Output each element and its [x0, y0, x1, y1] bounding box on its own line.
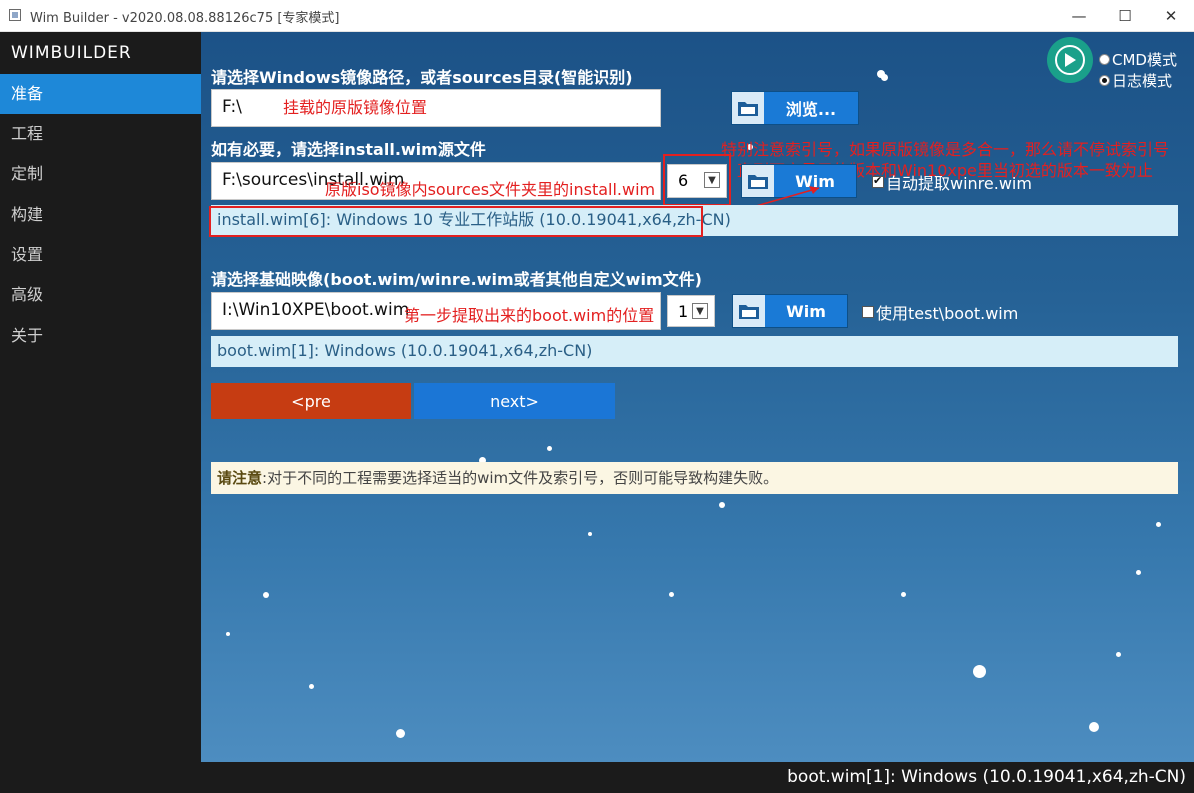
sidebar-item-customize[interactable]: 定制: [0, 154, 201, 194]
info-highlight-box: [209, 206, 703, 237]
snow-dot: [547, 446, 552, 451]
boot-wim-annotation: 第一步提取出来的boot.wim的位置: [404, 306, 655, 325]
source-path-label: 请选择Windows镜像路径，或者sources目录(智能识别): [211, 68, 633, 87]
sidebar-item-settings[interactable]: 设置: [0, 235, 201, 275]
notice-bold: 请注意: [217, 469, 263, 487]
snow-dot: [1089, 722, 1099, 732]
snow-dot: [309, 684, 314, 689]
sidebar-item-project[interactable]: 工程: [0, 114, 201, 154]
boot-index-value: 1: [678, 302, 689, 321]
boot-wim-value: I:\Win10XPE\boot.wim: [222, 300, 410, 320]
status-text: boot.wim[1]: Windows (10.0.19041,x64,zh-…: [787, 767, 1186, 787]
source-path-input[interactable]: F:\: [211, 89, 661, 127]
use-test-boot-checkbox[interactable]: 使用test\boot.wim: [862, 300, 1018, 324]
window-title: Wim Builder - v2020.08.08.88126c75 [专家模式…: [30, 11, 340, 26]
boot-wim-info: boot.wim[1]: Windows (10.0.19041,x64,zh-…: [211, 336, 1178, 367]
snow-dot: [226, 632, 230, 636]
snow-dot: [1116, 652, 1121, 657]
checkbox-icon: [862, 306, 874, 318]
cmd-mode-radio[interactable]: CMD模式: [1099, 49, 1177, 70]
radio-icon: [1099, 54, 1110, 65]
title-bar: Wim Builder - v2020.08.08.88126c75 [专家模式…: [0, 0, 1194, 32]
play-icon: [1055, 45, 1085, 75]
boot-wim-button[interactable]: Wim: [732, 294, 848, 328]
use-test-boot-label: 使用test\boot.wim: [876, 304, 1019, 323]
close-button[interactable]: ✕: [1148, 0, 1194, 31]
log-mode-radio[interactable]: 日志模式: [1099, 70, 1172, 91]
app-icon: [9, 9, 21, 21]
browse-button[interactable]: 浏览...: [731, 91, 859, 125]
install-wim-annotation: 原版iso镜像内sources文件夹里的install.wim: [325, 180, 656, 199]
sidebar-item-build[interactable]: 构建: [0, 195, 201, 235]
pre-button[interactable]: <pre: [211, 383, 411, 419]
status-bar: boot.wim[1]: Windows (10.0.19041,x64,zh-…: [0, 762, 1194, 793]
snow-dot: [396, 729, 405, 738]
snow-dot: [719, 502, 725, 508]
snow-dot: [901, 592, 906, 597]
minimize-button[interactable]: —: [1056, 0, 1102, 31]
snow-dot: [263, 592, 269, 598]
sidebar-item-about[interactable]: 关于: [0, 316, 201, 356]
install-wim-label: 如有必要，请选择install.wim源文件: [211, 140, 486, 159]
chevron-down-icon: ▼: [692, 303, 708, 319]
radio-icon: [1099, 75, 1110, 86]
source-path-value: F:\: [222, 97, 242, 117]
sidebar-item-prepare[interactable]: 准备: [0, 74, 201, 114]
snow-dot: [669, 592, 674, 597]
boot-wim-label: 请选择基础映像(boot.wim/winre.wim或者其他自定义wim文件): [211, 270, 702, 289]
boot-wim-button-label: Wim: [765, 295, 847, 327]
snow-dot: [588, 532, 592, 536]
next-button[interactable]: next>: [414, 383, 615, 419]
notice-text: :对于不同的工程需要选择适当的wim文件及索引号，否则可能导致构建失败。: [262, 469, 779, 487]
notice-box: 请注意:对于不同的工程需要选择适当的wim文件及索引号，否则可能导致构建失败。: [211, 462, 1178, 494]
snow-dot: [973, 665, 986, 678]
cmd-mode-label: CMD模式: [1112, 51, 1177, 69]
folder-icon: [732, 92, 764, 124]
snow-dot: [1136, 570, 1141, 575]
boot-index-select[interactable]: 1 ▼: [667, 295, 715, 327]
source-annotation: 挂载的原版镜像位置: [283, 98, 428, 117]
auto-extract-label: 自动提取winre.wim: [886, 174, 1032, 193]
brand-logo: WIMBUILDER: [11, 43, 132, 63]
auto-extract-checkbox[interactable]: 自动提取winre.wim: [872, 170, 1032, 194]
sidebar-item-advanced[interactable]: 高级: [0, 275, 201, 315]
folder-icon: [733, 295, 765, 327]
main-panel: CMD模式 日志模式 请选择Windows镜像路径，或者sources目录(智能…: [201, 32, 1194, 762]
run-button[interactable]: [1047, 37, 1093, 83]
browse-label: 浏览...: [764, 92, 858, 124]
sidebar: WIMBUILDER 准备 工程 定制 构建 设置 高级 关于: [0, 32, 201, 762]
checkbox-icon: [872, 174, 884, 188]
snow-dot: [877, 70, 885, 78]
snow-dot: [1156, 522, 1161, 527]
maximize-button[interactable]: ☐: [1102, 0, 1148, 31]
log-mode-label: 日志模式: [1112, 72, 1173, 90]
